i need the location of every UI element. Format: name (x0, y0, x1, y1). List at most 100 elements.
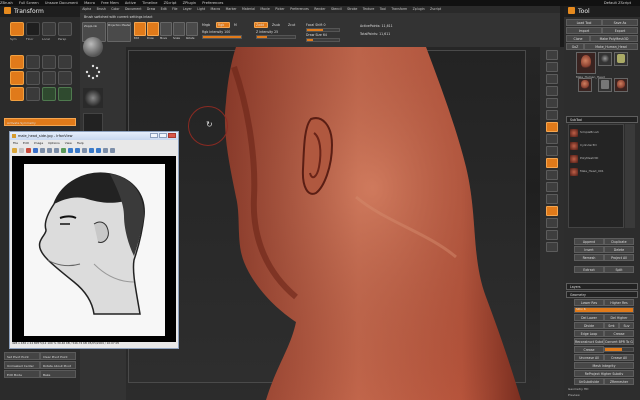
menu-item[interactable]: Transform (391, 7, 407, 11)
move-button[interactable] (26, 55, 40, 69)
spix-button[interactable] (546, 62, 558, 72)
transp-button[interactable] (26, 71, 40, 85)
zoom-view-button[interactable] (546, 86, 558, 96)
crease-level-slider[interactable] (604, 347, 634, 352)
project-all-button[interactable]: Project All (604, 254, 634, 261)
persp-view-button[interactable] (546, 122, 558, 132)
menu-item[interactable]: Light (197, 7, 205, 11)
clear-pivot-button[interactable]: Clear Pivot Point (40, 352, 76, 360)
subtool-item[interactable]: PolyMesh3D (580, 156, 598, 160)
menu-item[interactable]: Brush (97, 7, 106, 11)
open-icon[interactable] (12, 147, 17, 153)
menu-item[interactable]: Movie (260, 7, 269, 11)
texture-icon[interactable] (83, 113, 103, 133)
delete-button[interactable]: Delete (604, 246, 634, 253)
set-pivot-button[interactable]: Set Pivot Point (4, 352, 40, 360)
subtool-scrollbar[interactable] (625, 124, 635, 228)
convert-bpr-button[interactable]: Convert BPR To Geo (604, 338, 634, 345)
menu-item[interactable]: Layer (183, 7, 192, 11)
xyz-button[interactable] (10, 87, 24, 101)
viewer-menu-item[interactable]: File (13, 141, 18, 145)
rotate-left-icon[interactable] (82, 147, 87, 153)
zremesher-button[interactable]: ZRemesher (604, 378, 634, 385)
menu-item[interactable]: Document (125, 7, 142, 11)
tool-thumbnail[interactable] (576, 52, 596, 74)
menu-item[interactable]: Macro (211, 7, 221, 11)
scale-mode-button[interactable] (173, 22, 185, 36)
export-button[interactable]: Export (602, 27, 638, 34)
subtool-thumbnail[interactable] (598, 78, 612, 92)
title-item[interactable]: ZPlugin (183, 1, 196, 5)
rgb-intensity-slider[interactable] (202, 35, 242, 39)
edit-button[interactable] (134, 22, 146, 36)
actual-button[interactable] (58, 87, 72, 101)
subtool-thumbnail[interactable] (578, 78, 592, 92)
menu-item[interactable]: Preferences (290, 7, 309, 11)
edge-loop-button[interactable]: Edge Loop (574, 330, 604, 337)
print-icon[interactable] (110, 147, 115, 153)
menu-item[interactable]: Render (314, 7, 325, 11)
tool-thumbnail-small[interactable] (614, 52, 628, 66)
slideshow-icon[interactable] (19, 147, 24, 153)
edit-mode-button[interactable]: Edit Mode (4, 370, 40, 378)
title-item[interactable]: Preferences (202, 1, 223, 5)
subtool-item[interactable]: SimpleBrush (580, 130, 599, 134)
lower-res-button[interactable]: Lower Res (574, 299, 604, 306)
menu-item[interactable]: Tool (380, 7, 386, 11)
next-icon[interactable] (96, 147, 101, 153)
current-tool-button[interactable]: Make_Human_Head (584, 43, 638, 50)
zsub-toggle[interactable]: Zsub (272, 23, 280, 27)
solo-button[interactable] (58, 71, 72, 85)
sym-button[interactable] (10, 22, 24, 36)
append-button[interactable]: Append (574, 238, 604, 245)
unsubdivide-button[interactable]: UnSubdivide (574, 378, 604, 385)
rotate-button[interactable] (58, 55, 72, 69)
import-button[interactable]: Import (566, 27, 602, 34)
move-view-button[interactable] (546, 182, 558, 192)
subtool-item[interactable]: Male_Head_001 (580, 169, 604, 173)
load-tool-button[interactable]: Load Tool (566, 19, 602, 26)
menu-item[interactable]: Picker (275, 7, 285, 11)
paste-icon[interactable] (47, 147, 52, 153)
insert-button[interactable]: Insert (574, 246, 604, 253)
viewer-menu-item[interactable]: Help (77, 141, 84, 145)
mesh-integrity-button[interactable]: Mesh Integrity (574, 362, 634, 369)
menu-item[interactable]: Texture (363, 7, 375, 11)
rotate-mode-button[interactable] (186, 22, 198, 36)
geometry-section[interactable]: Geometry (566, 291, 638, 298)
lsym-view-button[interactable] (546, 158, 558, 168)
floor-button[interactable] (26, 22, 40, 36)
image-viewer-titlebar[interactable]: male_head_side.jpg - IrfanView (10, 132, 178, 140)
menu-item[interactable]: Material (242, 7, 255, 11)
menu-item[interactable]: Stencil (331, 7, 342, 11)
menu-item[interactable]: Zplugin (413, 7, 425, 11)
save-icon[interactable] (33, 147, 38, 153)
subtool-section[interactable]: SubTool (566, 116, 638, 123)
title-item[interactable]: ZScript (164, 1, 177, 5)
scroll-button[interactable] (546, 74, 558, 84)
title-item[interactable]: Unsave Document (45, 1, 78, 5)
polyf-button[interactable] (10, 71, 24, 85)
focal-shift-slider[interactable] (306, 28, 340, 32)
viewer-menu-item[interactable]: Edit (23, 141, 29, 145)
menu-item[interactable]: Edit (161, 7, 167, 11)
copy-icon[interactable] (40, 147, 45, 153)
tool-thumbnail-small[interactable] (598, 52, 612, 66)
subtool-item[interactable]: Cylinder3D (580, 143, 597, 147)
remesh-button[interactable]: Remesh (574, 254, 604, 261)
zoom-button[interactable] (42, 87, 56, 101)
title-item[interactable]: Full Screen (19, 1, 39, 5)
menu-item[interactable]: File (172, 7, 177, 11)
rotate-about-pivot-button[interactable]: Rotate About Pivot (40, 361, 76, 369)
menu-item[interactable]: Alpha (82, 7, 91, 11)
m-toggle[interactable]: M (234, 23, 237, 27)
reproject-higher-subdiv-button[interactable]: ReProject Higher Subdiv (574, 370, 634, 377)
del-higher-button[interactable]: Del Higher (604, 314, 634, 321)
z-intensity-slider[interactable] (256, 35, 296, 39)
settings-icon[interactable] (103, 147, 108, 153)
crease-all-button[interactable]: Crease (574, 346, 604, 353)
del-lower-button[interactable]: Del Lower (574, 314, 604, 321)
menu-item[interactable]: Stroke (347, 7, 357, 11)
alpha-icon[interactable] (83, 88, 103, 108)
delete-icon[interactable] (26, 147, 31, 153)
